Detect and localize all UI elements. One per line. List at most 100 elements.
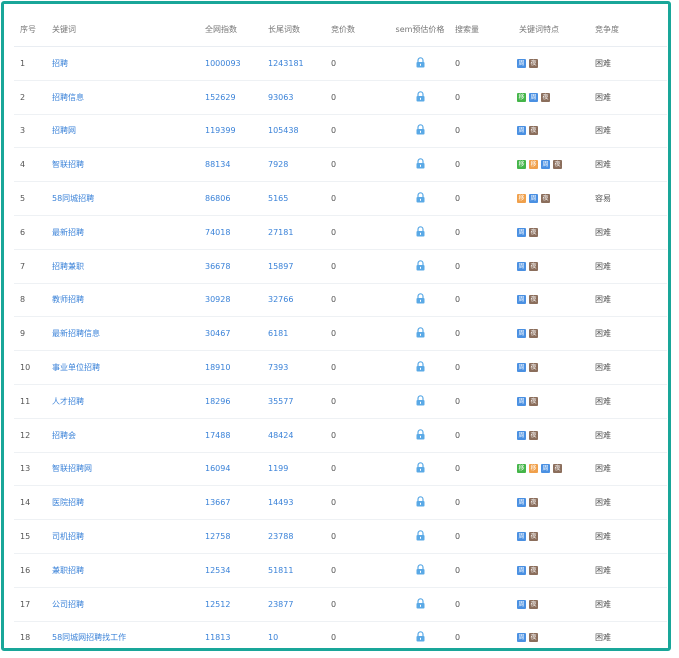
all-index-link[interactable]: 12758 <box>205 519 268 554</box>
keyword-link[interactable]: 最新招聘 <box>52 215 205 250</box>
keyword-link[interactable]: 人才招聘 <box>52 384 205 419</box>
bid-count: 0 <box>331 485 385 521</box>
all-index-link[interactable]: 88134 <box>205 147 268 183</box>
lock-icon[interactable] <box>416 564 425 577</box>
competition-level: 容易 <box>595 181 667 216</box>
lock-icon[interactable] <box>416 192 425 205</box>
long-tail-link[interactable]: 23877 <box>268 587 331 622</box>
lock-icon[interactable] <box>416 496 425 509</box>
keyword-link[interactable]: 事业单位招聘 <box>52 350 205 385</box>
bid-count: 0 <box>331 384 385 419</box>
long-tail-link[interactable]: 7928 <box>268 147 331 183</box>
keyword-link[interactable]: 招聘会 <box>52 418 205 453</box>
lock-icon[interactable] <box>416 631 425 644</box>
all-index-link[interactable]: 18910 <box>205 350 268 385</box>
long-tail-link[interactable]: 48424 <box>268 418 331 453</box>
lock-icon[interactable] <box>416 158 425 171</box>
lock-icon[interactable] <box>416 530 425 543</box>
feature-badges: 移移周夜 <box>517 147 595 183</box>
long-tail-link[interactable]: 5165 <box>268 181 331 216</box>
all-index-link[interactable]: 1000093 <box>205 46 268 81</box>
lock-icon[interactable] <box>416 90 425 104</box>
lock-icon[interactable] <box>416 293 425 306</box>
lock-icon[interactable] <box>416 57 425 70</box>
feature-badge-zhou: 周 <box>517 329 526 339</box>
keyword-link[interactable]: 58同城招聘 <box>52 181 205 216</box>
feature-badges: 周夜 <box>517 316 595 352</box>
all-index-link[interactable]: 36678 <box>205 249 268 284</box>
all-index-link[interactable]: 17488 <box>205 418 268 453</box>
keyword-link[interactable]: 招聘网 <box>52 114 205 149</box>
lock-icon[interactable] <box>416 226 425 239</box>
long-tail-link[interactable]: 1199 <box>268 452 331 487</box>
all-index-link[interactable]: 30928 <box>205 283 268 318</box>
bid-count: 0 <box>331 350 385 385</box>
long-tail-link[interactable]: 6181 <box>268 316 331 352</box>
bid-count: 0 <box>331 147 385 183</box>
keyword-link[interactable]: 司机招聘 <box>52 519 205 554</box>
all-index-link[interactable]: 119399 <box>205 114 268 149</box>
lock-icon[interactable] <box>416 327 425 340</box>
competition-level: 困难 <box>595 384 667 419</box>
keyword-link[interactable]: 兼职招聘 <box>52 553 205 588</box>
all-index-link[interactable]: 12512 <box>205 587 268 622</box>
keyword-link[interactable]: 招聘 <box>52 46 205 81</box>
long-tail-link[interactable]: 105438 <box>268 114 331 149</box>
bid-count: 0 <box>331 114 385 149</box>
long-tail-link[interactable]: 23788 <box>268 519 331 554</box>
all-index-link[interactable]: 12534 <box>205 553 268 588</box>
keyword-link[interactable]: 58同城网招聘找工作 <box>52 621 205 648</box>
keyword-link[interactable]: 招聘兼职 <box>52 249 205 284</box>
search-volume: 0 <box>455 418 517 453</box>
long-tail-link[interactable]: 14493 <box>268 485 331 521</box>
lock-icon[interactable] <box>416 395 425 408</box>
all-index-link[interactable]: 30467 <box>205 316 268 352</box>
lock-icon[interactable] <box>416 462 425 475</box>
lock-icon[interactable] <box>416 124 425 137</box>
search-volume: 0 <box>455 249 517 284</box>
bid-count: 0 <box>331 519 385 554</box>
long-tail-link[interactable]: 93063 <box>268 80 331 115</box>
all-index-link[interactable]: 13667 <box>205 485 268 521</box>
feature-badge-duo: 移 <box>529 464 538 474</box>
all-index-link[interactable]: 16094 <box>205 452 268 487</box>
keyword-link[interactable]: 招聘信息 <box>52 80 205 115</box>
all-index-link[interactable]: 74018 <box>205 215 268 250</box>
keyword-link[interactable]: 医院招聘 <box>52 485 205 521</box>
lock-icon[interactable] <box>416 259 425 273</box>
all-index-link[interactable]: 18296 <box>205 384 268 419</box>
lock-icon[interactable] <box>416 597 425 611</box>
table-row: 3 招聘网 119399 105438 0 0 周夜困难 <box>14 114 667 149</box>
table-row: 14 医院招聘 13667 14493 0 0 周夜困难 <box>14 485 667 521</box>
lock-icon[interactable] <box>416 361 425 374</box>
feature-badge-zhou: 周 <box>517 565 526 575</box>
long-tail-link[interactable]: 1243181 <box>268 46 331 81</box>
all-index-link[interactable]: 11813 <box>205 621 268 648</box>
competition-level: 困难 <box>595 114 667 149</box>
row-index: 4 <box>14 147 52 183</box>
keyword-link[interactable]: 公司招聘 <box>52 587 205 622</box>
lock-icon[interactable] <box>416 428 425 442</box>
keyword-link[interactable]: 教师招聘 <box>52 283 205 318</box>
long-tail-link[interactable]: 51811 <box>268 553 331 588</box>
keyword-link[interactable]: 智联招聘网 <box>52 452 205 487</box>
header-index: 序号 <box>14 12 52 47</box>
feature-badge-ye: 夜 <box>529 329 538 339</box>
competition-level: 困难 <box>595 418 667 453</box>
long-tail-link[interactable]: 7393 <box>268 350 331 385</box>
long-tail-link[interactable]: 32766 <box>268 283 331 318</box>
row-index: 8 <box>14 283 52 318</box>
long-tail-link[interactable]: 27181 <box>268 215 331 250</box>
keyword-link[interactable]: 智联招聘 <box>52 147 205 183</box>
long-tail-link[interactable]: 10 <box>268 621 331 648</box>
long-tail-link[interactable]: 35577 <box>268 384 331 419</box>
competition-level: 困难 <box>595 249 667 284</box>
long-tail-link[interactable]: 15897 <box>268 249 331 284</box>
all-index-link[interactable]: 152629 <box>205 80 268 115</box>
search-volume: 0 <box>455 553 517 588</box>
row-index: 9 <box>14 316 52 352</box>
keyword-link[interactable]: 最新招聘信息 <box>52 316 205 352</box>
competition-level: 困难 <box>595 215 667 250</box>
all-index-link[interactable]: 86806 <box>205 181 268 216</box>
sem-price-cell <box>385 316 455 352</box>
